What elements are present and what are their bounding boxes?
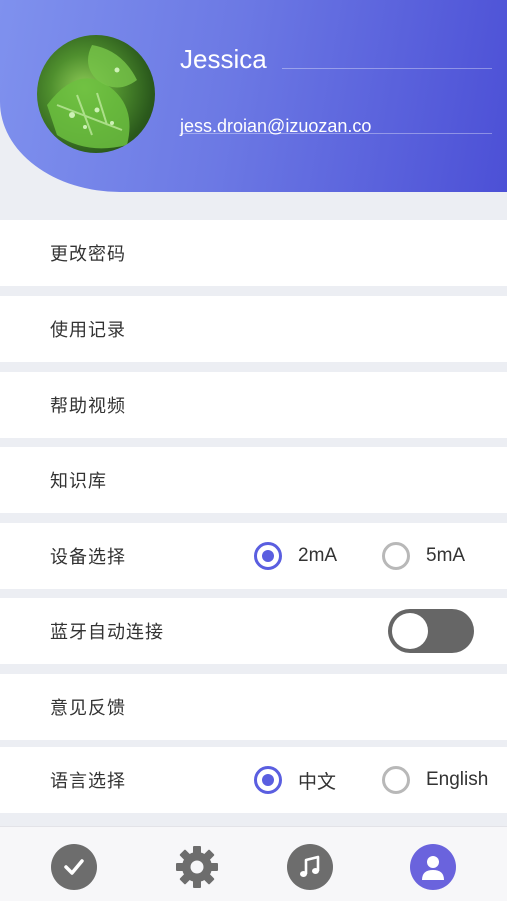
profile-header: Jessica jess.droian@izuozan.co	[0, 0, 507, 192]
avatar[interactable]	[37, 35, 155, 153]
radio-unselected-icon	[382, 766, 410, 794]
knowledge-base-label: 知识库	[50, 471, 107, 492]
radio-selected-icon	[254, 766, 282, 794]
toggle-knob	[392, 613, 428, 649]
tab-profile[interactable]	[410, 844, 456, 890]
check-icon	[64, 859, 84, 875]
tab-music[interactable]	[287, 844, 333, 890]
tab-check[interactable]	[51, 844, 97, 890]
language-chinese-radio[interactable]: 中文	[254, 766, 336, 794]
device-5ma-radio[interactable]: 5mA	[382, 542, 465, 570]
device-5ma-label: 5mA	[426, 545, 466, 566]
usage-records-item[interactable]: 使用记录	[0, 296, 507, 362]
language-english-label: English	[426, 769, 489, 790]
language-select-label: 语言选择	[50, 771, 126, 792]
language-english-radio[interactable]: English	[382, 766, 488, 794]
user-name: Jessica	[180, 44, 267, 74]
help-video-item[interactable]: 帮助视频	[0, 372, 507, 438]
knowledge-base-item[interactable]: 知识库	[0, 447, 507, 513]
device-2ma-label: 2mA	[298, 545, 338, 566]
user-icon	[422, 856, 444, 880]
gear-icon	[176, 846, 218, 888]
change-password-item[interactable]: 更改密码	[0, 220, 507, 286]
radio-unselected-icon	[382, 542, 410, 570]
change-password-label: 更改密码	[50, 244, 126, 265]
leaf-image	[47, 45, 137, 149]
language-chinese-label: 中文	[298, 771, 337, 793]
device-select-label: 设备选择	[50, 547, 126, 568]
name-divider	[282, 68, 492, 69]
tab-settings[interactable]	[174, 844, 220, 890]
bluetooth-toggle[interactable]	[388, 609, 474, 653]
bottom-tab-bar	[0, 826, 507, 901]
language-select-item: 语言选择 中文 English	[0, 747, 507, 813]
feedback-label: 意见反馈	[50, 698, 126, 719]
bluetooth-auto-connect-item: 蓝牙自动连接	[0, 598, 507, 664]
bluetooth-auto-connect-label: 蓝牙自动连接	[50, 622, 164, 643]
usage-records-label: 使用记录	[50, 320, 126, 341]
device-2ma-radio[interactable]: 2mA	[254, 542, 337, 570]
help-video-label: 帮助视频	[50, 396, 126, 417]
music-note-icon	[300, 855, 320, 877]
device-select-item: 设备选择 2mA 5mA	[0, 523, 507, 589]
radio-selected-icon	[254, 542, 282, 570]
feedback-item[interactable]: 意见反馈	[0, 674, 507, 740]
email-divider	[180, 133, 492, 134]
